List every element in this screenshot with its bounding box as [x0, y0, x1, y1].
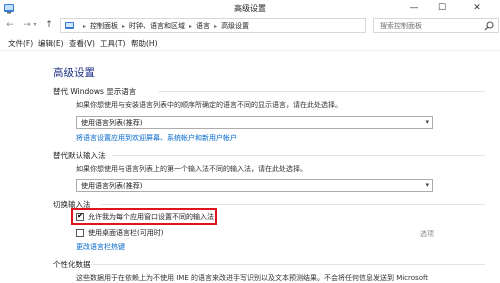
up-button[interactable]: ↑ [43, 19, 55, 31]
breadcrumb-item[interactable]: 时钟、语言和区域 [129, 22, 185, 30]
section-heading-personalization: 个性化数据 [53, 260, 91, 269]
breadcrumb-item[interactable]: 语言 [196, 22, 210, 30]
input-method-select[interactable]: 使用语言列表(推荐) ▾ [76, 179, 433, 192]
menu-file[interactable]: 文件(F) [8, 38, 33, 49]
checkmark-icon: ✔ [77, 211, 84, 220]
per-app-input-method-label[interactable]: 允许我为每个应用窗口设置不同的输入法 [88, 212, 214, 222]
navigation-bar: ← → ▾ ↑ ▸控制面板▸时钟、语言和区域▸语言▸高级设置 ▾ ↻ 搜索控制面… [0, 16, 500, 36]
menu-divider [0, 50, 500, 51]
menu-bar: 文件(F) 编辑(E) 查看(V) 工具(T) 帮助(H) [0, 36, 500, 50]
recent-pages-chevron-icon[interactable]: ▾ [32, 19, 38, 31]
breadcrumb-separator: ▸ [189, 23, 193, 30]
apply-language-settings-link[interactable]: 将语言设置应用到欢迎屏幕、系统帐户和新用户帐户 [76, 133, 237, 143]
section-divider [93, 264, 485, 265]
close-button[interactable]: ✕ [460, 0, 494, 16]
options-link[interactable]: 选项 [420, 229, 434, 239]
breadcrumb-item[interactable]: 控制面板 [90, 22, 118, 30]
display-language-description: 如果你想使用与安装语言列表中的顺序所确定的语言不同的显示语言，请在此处选择。 [76, 101, 342, 109]
control-panel-icon [65, 22, 74, 29]
maximize-button[interactable]: ☐ [431, 0, 453, 16]
chevron-down-icon: ▾ [425, 181, 429, 189]
search-input[interactable]: 搜索控制面板 [380, 21, 422, 31]
menu-tools[interactable]: 工具(T) [100, 38, 125, 49]
section-divider [100, 204, 485, 205]
menu-help[interactable]: 帮助(H) [131, 38, 158, 49]
desktop-language-bar-checkbox[interactable]: 使用桌面语言栏(可用时) [76, 228, 196, 239]
checkbox-box[interactable] [76, 229, 84, 237]
address-bar[interactable]: ▸控制面板▸时钟、语言和区域▸语言▸高级设置 ▾ ↻ [60, 18, 419, 33]
section-divider [158, 91, 485, 92]
breadcrumb-separator: ▸ [214, 23, 218, 30]
desktop-language-bar-label[interactable]: 使用桌面语言栏(可用时) [88, 228, 163, 238]
page-title: 高级设置 [53, 67, 95, 79]
breadcrumb-separator: ▸ [83, 23, 87, 30]
minimize-button[interactable]: — [403, 0, 425, 16]
change-language-bar-hotkeys-link[interactable]: 更改语言栏热键 [76, 242, 125, 252]
section-divider [112, 155, 485, 156]
menu-edit[interactable]: 编辑(E) [38, 38, 64, 49]
window-title: 高级设置 [234, 4, 266, 13]
breadcrumb: ▸ 控制面板 ▸ 时钟、语言和区域 ▸ 语言 ▸ 高级设置 [79, 21, 249, 31]
personalization-description: 这些数据用于在依赖上为不使用 IME 的语言来改进手写识别以及文本预测结果。不会… [76, 274, 429, 282]
section-heading-display-language: 替代 Windows 显示语言 [53, 87, 137, 96]
menu-view[interactable]: 查看(V) [69, 38, 95, 49]
per-app-input-method-checkbox[interactable]: ✔ 允许我为每个应用窗口设置不同的输入法 [76, 211, 216, 223]
display-language-select[interactable]: 使用语言列表(推荐) ▾ [76, 116, 433, 129]
input-method-description: 如果你想使用与语言列表上的第一个输入法不同的输入法，请在此处选择。 [76, 165, 307, 173]
back-button[interactable]: ← [4, 19, 16, 31]
checkbox-box[interactable]: ✔ [76, 211, 84, 221]
display-language-value: 使用语言列表(推荐) [81, 119, 143, 127]
title-bar: 高级设置 — ☐ ✕ [0, 0, 500, 16]
input-method-value: 使用语言列表(推荐) [81, 182, 143, 190]
search-box[interactable]: 搜索控制面板 [373, 18, 499, 33]
chevron-down-icon: ▾ [425, 118, 429, 126]
search-icon[interactable] [484, 21, 494, 31]
breadcrumb-item[interactable]: 高级设置 [221, 22, 249, 30]
section-heading-input-method: 替代默认输入法 [53, 151, 106, 160]
breadcrumb-separator: ▸ [122, 23, 126, 30]
